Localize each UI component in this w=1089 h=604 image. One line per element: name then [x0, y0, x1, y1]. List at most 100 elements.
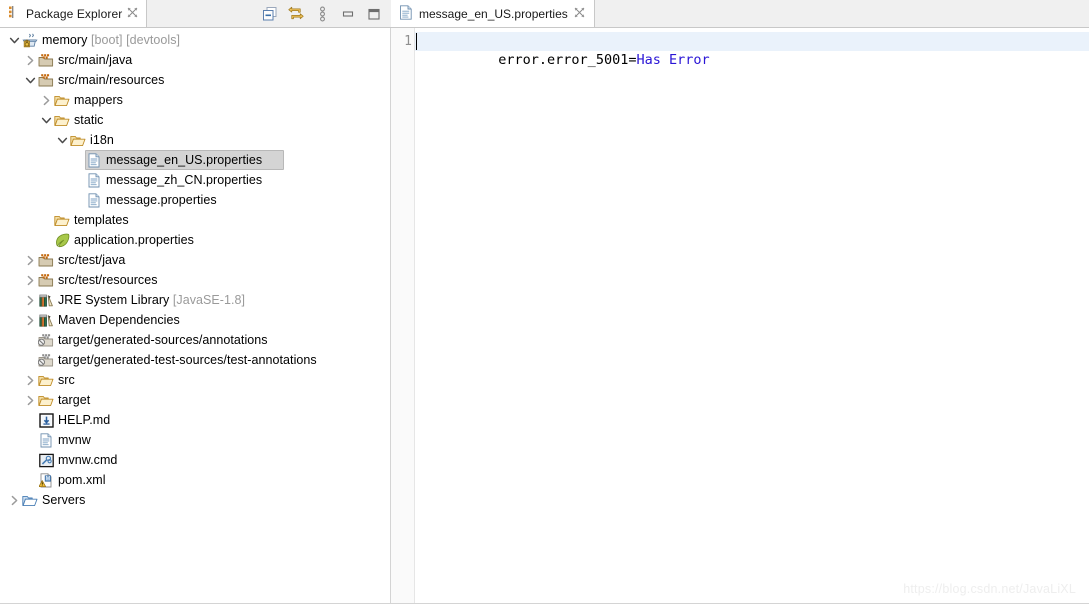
text-caret [416, 33, 417, 50]
project-tree-scroll[interactable]: memory [boot] [devtools] src/main/java src… [0, 28, 391, 604]
close-icon[interactable] [127, 7, 138, 21]
excluded-source-folder-icon [37, 332, 55, 348]
tree-item-templates[interactable]: templates [0, 210, 390, 230]
tree-item-memory[interactable]: memory [boot] [devtools] [0, 30, 390, 50]
tree-item-target-generated-sources-annotations[interactable]: target/generated-sources/annotations [0, 330, 390, 350]
close-icon[interactable] [574, 7, 585, 21]
chevron-right-icon[interactable] [24, 50, 37, 70]
chevron-down-icon[interactable] [40, 110, 53, 130]
file-icon [85, 192, 103, 208]
chevron-right-icon[interactable] [24, 310, 37, 330]
tree-item-mvnw-cmd[interactable]: mvnw.cmd [0, 450, 390, 470]
tree-item-application-properties[interactable]: application.properties [0, 230, 390, 250]
tab-message-en-us-properties[interactable]: message_en_US.properties [391, 0, 595, 27]
folder-icon [53, 92, 71, 108]
tree-item-src-test-java[interactable]: src/test/java [0, 250, 390, 270]
tree-item-i18n[interactable]: i18n [0, 130, 390, 150]
tree-item-suffix: [boot] [devtools] [87, 33, 181, 47]
tree-item-label: i18n [90, 133, 114, 147]
editor-tab-label: message_en_US.properties [419, 6, 568, 21]
chevron-down-icon[interactable] [24, 70, 37, 90]
source-folder-icon [37, 52, 55, 68]
chevron-right-icon[interactable] [24, 390, 37, 410]
tree-item-label: src/main/resources [58, 73, 165, 87]
tree-item-src-test-resources[interactable]: src/test/resources [0, 270, 390, 290]
tree-item-mappers[interactable]: mappers [0, 90, 390, 110]
servers-folder-icon [21, 492, 39, 508]
view-menu-icon[interactable] [314, 6, 330, 22]
chevron-down-icon[interactable] [56, 130, 69, 150]
package-explorer-icon [7, 5, 21, 22]
tree-item-label: mappers [74, 93, 123, 107]
chevron-right-icon[interactable] [24, 250, 37, 270]
tree-item-suffix: [JavaSE-1.8] [169, 293, 246, 307]
source-folder-icon [37, 272, 55, 288]
tree-item-label: src/test/resources [58, 273, 158, 287]
editor-area: message_en_US.properties 1 error.error_5… [391, 0, 1089, 604]
property-key: error.error_5001= [498, 52, 637, 68]
tree-item-target-generated-test-sources-test-annotations[interactable]: target/generated-test-sources/test-annot… [0, 350, 390, 370]
tree-item-servers[interactable]: Servers [0, 490, 390, 510]
maximize-icon[interactable] [366, 6, 382, 22]
code-canvas[interactable]: error.error_5001=Has Error [415, 28, 1089, 604]
tree-item-label: message.properties [106, 193, 217, 207]
code-line-1[interactable]: error.error_5001=Has Error [415, 32, 1089, 68]
properties-file-icon [399, 4, 413, 23]
tree-item-src-main-java[interactable]: src/main/java [0, 50, 390, 70]
text-editor[interactable]: 1 error.error_5001=Has Error https://blo… [391, 28, 1089, 604]
file-icon [37, 432, 55, 448]
tree-arrow-placeholder [24, 470, 37, 490]
line-number: 1 [404, 34, 412, 49]
tree-item-label: message_en_US.properties [106, 153, 263, 167]
spring-properties-icon [53, 232, 71, 248]
tree-item-label: Maven Dependencies [58, 313, 180, 327]
folder-icon [53, 112, 71, 128]
tree-item-help-md[interactable]: HELP.md [0, 410, 390, 430]
tab-package-explorer[interactable]: Package Explorer [0, 0, 148, 27]
editor-tab-bar: message_en_US.properties [391, 0, 1089, 28]
view-tab-label: Package Explorer [26, 6, 123, 21]
source-folder-icon [37, 72, 55, 88]
excluded-source-folder-icon [37, 352, 55, 368]
maven-pom-icon: M [37, 472, 55, 488]
tree-item-message-properties[interactable]: message.properties [0, 190, 390, 210]
collapse-all-icon[interactable] [262, 6, 278, 22]
tree-item-label: application.properties [74, 233, 194, 247]
minimize-icon[interactable] [340, 6, 356, 22]
tree-item-message-en-us-properties[interactable]: message_en_US.properties [0, 150, 390, 170]
tree-item-message-zh-cn-properties[interactable]: message_zh_CN.properties [0, 170, 390, 190]
chevron-right-icon[interactable] [24, 270, 37, 290]
property-value: Has Error [636, 52, 710, 68]
folder-icon [69, 132, 87, 148]
tree-arrow-placeholder [24, 330, 37, 350]
tree-arrow-placeholder [72, 170, 85, 190]
tree-item-static[interactable]: static [0, 110, 390, 130]
cmd-file-icon [37, 452, 55, 468]
tree-item-jre-system-library[interactable]: JRE System Library [JavaSE-1.8] [0, 290, 390, 310]
tree-arrow-placeholder [72, 150, 85, 170]
chevron-right-icon[interactable] [8, 490, 21, 510]
tree-arrow-placeholder [24, 450, 37, 470]
tree-item-maven-dependencies[interactable]: Maven Dependencies [0, 310, 390, 330]
library-icon [37, 312, 55, 328]
tree-item-target[interactable]: target [0, 390, 390, 410]
tree-item-label: target/generated-sources/annotations [58, 333, 268, 347]
folder-icon [37, 372, 55, 388]
chevron-right-icon[interactable] [24, 370, 37, 390]
tree-item-mvnw[interactable]: mvnw [0, 430, 390, 450]
java-project-icon [21, 32, 39, 48]
tree-item-label: mvnw.cmd [58, 453, 118, 467]
chevron-right-icon[interactable] [40, 90, 53, 110]
tree-item-label: target/generated-test-sources/test-annot… [58, 353, 317, 367]
tree-arrow-placeholder [40, 210, 53, 230]
tree-item-pom-xml[interactable]: Mpom.xml [0, 470, 390, 490]
chevron-right-icon[interactable] [24, 290, 37, 310]
folder-icon [53, 212, 71, 228]
tree-item-src-main-resources[interactable]: src/main/resources [0, 70, 390, 90]
tree-item-label: static [74, 113, 104, 127]
link-with-editor-icon[interactable] [288, 6, 304, 22]
view-tab-bar: Package Explorer [0, 0, 391, 28]
chevron-down-icon[interactable] [8, 30, 21, 50]
view-toolbar [262, 0, 391, 27]
tree-item-src[interactable]: src [0, 370, 390, 390]
